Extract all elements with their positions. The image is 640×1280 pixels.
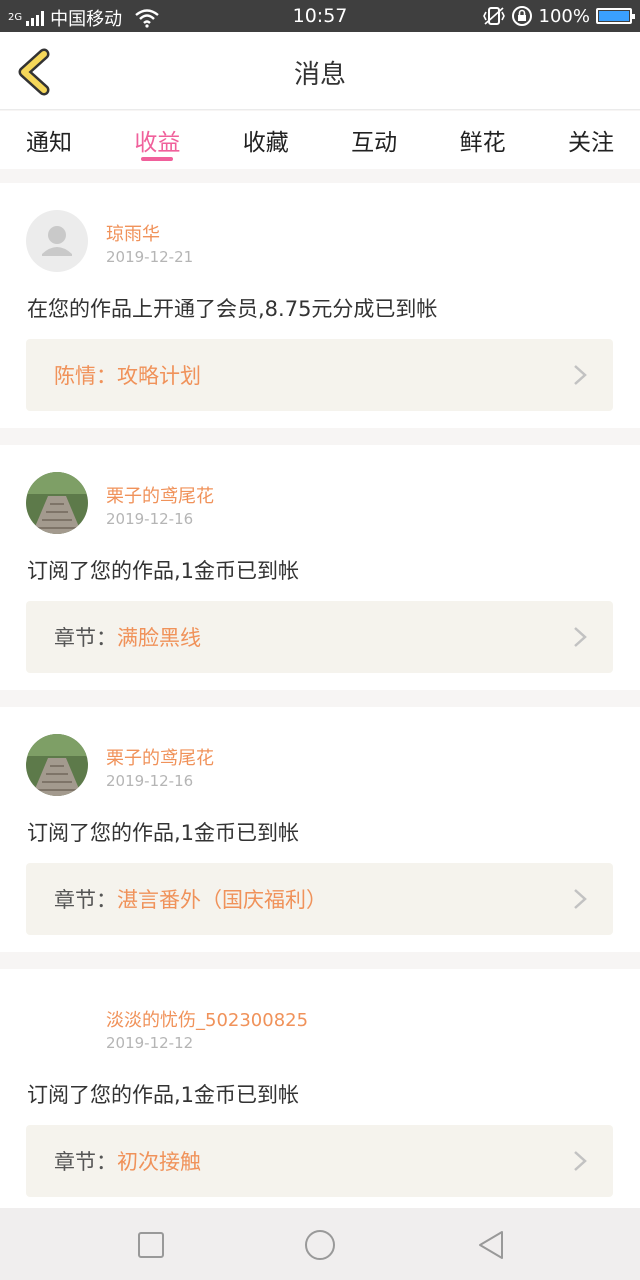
avatar[interactable]	[26, 734, 88, 796]
list-item: 淡淡的忧伤_502300825 2019-12-12 订阅了您的作品,1金币已到…	[0, 969, 640, 1214]
back-nav-icon[interactable]	[474, 1228, 508, 1262]
message-text: 订阅了您的作品,1金币已到帐	[27, 559, 300, 583]
ref-prefix: 章节：	[54, 888, 117, 912]
chevron-right-icon	[574, 627, 587, 647]
system-nav-bar	[0, 1208, 640, 1280]
ref-prefix: 章节：	[54, 626, 117, 650]
avatar[interactable]	[26, 996, 88, 1058]
message-date: 2019-12-16	[106, 772, 194, 790]
ref-value: 满脸黑线	[117, 626, 201, 650]
chapter-link[interactable]: 章节： 湛言番外（国庆福利）	[26, 863, 613, 935]
user-name[interactable]: 琼雨华	[106, 220, 160, 246]
rotation-lock-icon	[511, 6, 532, 26]
tab-notice[interactable]: 通知	[26, 111, 72, 169]
user-name[interactable]: 栗子的鸢尾花	[106, 482, 214, 508]
recent-apps-icon[interactable]	[134, 1228, 168, 1262]
list-item: 栗子的鸢尾花 2019-12-16 订阅了您的作品,1金币已到帐 章节： 满脸黑…	[0, 445, 640, 690]
message-date: 2019-12-16	[106, 510, 194, 528]
vibrate-icon	[482, 7, 505, 25]
message-text: 在您的作品上开通了会员,8.75元分成已到帐	[27, 297, 438, 321]
status-bar: 2G 中国移动 10:57 100%	[0, 0, 640, 32]
list-item: 栗子的鸢尾花 2019-12-16 订阅了您的作品,1金币已到帐 章节： 湛言番…	[0, 707, 640, 952]
tab-favorites[interactable]: 收藏	[243, 111, 289, 169]
message-date: 2019-12-12	[106, 1034, 194, 1052]
tab-earnings[interactable]: 收益	[134, 111, 180, 169]
message-text: 订阅了您的作品,1金币已到帐	[27, 1083, 300, 1107]
page-title: 消息	[293, 60, 346, 90]
chevron-right-icon	[574, 889, 587, 909]
avatar[interactable]	[26, 472, 88, 534]
chevron-right-icon	[574, 1151, 587, 1171]
user-name[interactable]: 淡淡的忧伤_502300825	[106, 1006, 308, 1032]
ref-prefix: 陈情：	[54, 364, 117, 388]
ref-value: 湛言番外（国庆福利）	[117, 888, 327, 912]
chapter-link[interactable]: 章节： 满脸黑线	[26, 601, 613, 673]
tab-bar: 通知 收益 收藏 互动 鲜花 关注	[0, 111, 640, 169]
tab-follow[interactable]: 关注	[568, 111, 614, 169]
list-item: 琼雨华 2019-12-21 在您的作品上开通了会员,8.75元分成已到帐 陈情…	[0, 183, 640, 428]
user-name[interactable]: 栗子的鸢尾花	[106, 744, 214, 770]
ref-value: 初次接触	[117, 1150, 201, 1174]
tab-interaction[interactable]: 互动	[351, 111, 397, 169]
chapter-link[interactable]: 章节： 初次接触	[26, 1125, 613, 1197]
app-header: 消息	[0, 32, 640, 110]
default-avatar-icon[interactable]	[26, 210, 88, 272]
status-right: 100%	[482, 5, 635, 27]
ref-value: 攻略计划	[117, 364, 201, 388]
work-link[interactable]: 陈情： 攻略计划	[26, 339, 613, 411]
message-date: 2019-12-21	[106, 248, 194, 266]
home-icon[interactable]	[303, 1228, 337, 1262]
battery-percent: 100%	[538, 5, 590, 27]
message-text: 订阅了您的作品,1金币已到帐	[27, 821, 300, 845]
chevron-right-icon	[574, 365, 587, 385]
message-list: 琼雨华 2019-12-21 在您的作品上开通了会员,8.75元分成已到帐 陈情…	[0, 183, 640, 1231]
battery-icon	[596, 8, 635, 24]
ref-prefix: 章节：	[54, 1150, 117, 1174]
tab-flowers[interactable]: 鲜花	[460, 111, 506, 169]
